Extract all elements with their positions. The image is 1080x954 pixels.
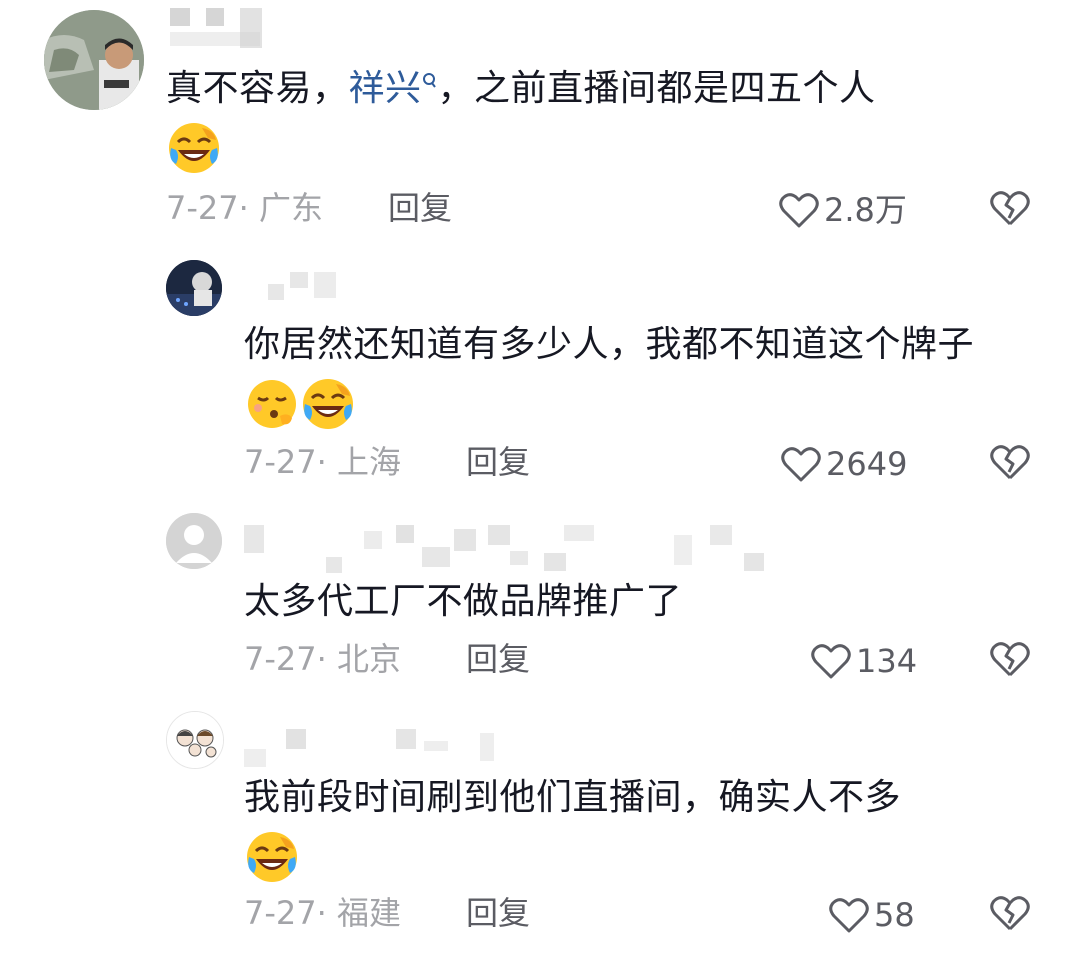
like-button[interactable]: 2.8万 xyxy=(778,188,907,230)
heart-icon xyxy=(829,898,869,933)
broken-heart-icon xyxy=(990,642,1030,677)
comment-text: 太多代工厂不做品牌推广了 xyxy=(244,581,683,622)
date-location: 7-27· 北京 xyxy=(244,640,401,678)
broken-heart-icon xyxy=(990,191,1030,226)
date-location: 7-27· 广东 xyxy=(166,189,323,227)
dislike-button[interactable] xyxy=(988,639,1032,688)
reply-button[interactable]: 回复 xyxy=(466,442,530,482)
reply-button[interactable]: 回复 xyxy=(388,188,452,228)
dislike-button[interactable] xyxy=(988,893,1032,942)
user-photo-avatar[interactable] xyxy=(44,10,144,110)
username-blurred[interactable] xyxy=(244,729,504,767)
comment-item: 你居然还知道有多少人，我都不知道这个牌子 7-27· 上海 回复 2649 xyxy=(0,250,1080,490)
comment-meta: 7-27· 北京 回复 134 xyxy=(244,639,1046,681)
thinking-cold-emoji xyxy=(244,376,300,452)
comment-meta: 7-27· 上海 回复 2649 xyxy=(244,442,1046,484)
like-count: 58 xyxy=(874,896,915,934)
default-user-avatar[interactable] xyxy=(166,513,222,569)
username-blurred[interactable] xyxy=(268,272,348,302)
reply-button[interactable]: 回复 xyxy=(466,639,530,679)
heart-icon xyxy=(811,644,851,679)
like-button[interactable]: 2649 xyxy=(780,442,907,484)
like-count: 2.8万 xyxy=(824,191,907,229)
search-icon xyxy=(422,58,436,88)
username-blurred[interactable] xyxy=(244,525,774,573)
like-count: 134 xyxy=(856,642,918,680)
heart-icon xyxy=(781,447,821,482)
user-photo-avatar[interactable] xyxy=(166,260,222,316)
mention-link[interactable]: 祥兴 xyxy=(349,68,438,109)
comment-meta: 7-27· 广东 回复 2.8万 xyxy=(166,188,1046,230)
laugh-cry-emoji xyxy=(300,376,356,452)
heart-icon xyxy=(779,193,819,228)
dislike-button[interactable] xyxy=(988,188,1032,237)
like-count: 2649 xyxy=(826,445,908,483)
dislike-button[interactable] xyxy=(988,442,1032,491)
comment-text: 你居然还知道有多少人，我都不知道这个牌子 xyxy=(244,314,1014,452)
comment-text: 真不容易，祥兴 ，之前直播间都是四五个人 xyxy=(166,58,1046,196)
comment-item: 真不容易，祥兴 ，之前直播间都是四五个人 7-27· 广东 回复 2.8万 xyxy=(0,0,1080,240)
date-location: 7-27· 福建 xyxy=(244,894,401,932)
username-blurred[interactable] xyxy=(170,8,270,48)
reply-button[interactable]: 回复 xyxy=(466,893,530,933)
comment-text: 我前段时间刷到他们直播间，确实人不多 xyxy=(244,767,1046,905)
comment-meta: 7-27· 福建 回复 58 xyxy=(244,893,1046,935)
date-location: 7-27· 上海 xyxy=(244,443,401,481)
comment-item: 太多代工厂不做品牌推广了 7-27· 北京 回复 134 xyxy=(0,505,1080,695)
like-button[interactable]: 134 xyxy=(810,639,917,681)
comment-list: 真不容易，祥兴 ，之前直播间都是四五个人 7-27· 广东 回复 2.8万 你居… xyxy=(0,0,1080,954)
comment-item: 我前段时间刷到他们直播间，确实人不多 7-27· 福建 回复 58 xyxy=(0,705,1080,954)
laugh-cry-emoji xyxy=(166,120,222,196)
cartoon-family-avatar[interactable] xyxy=(166,711,224,769)
broken-heart-icon xyxy=(990,896,1030,931)
broken-heart-icon xyxy=(990,445,1030,480)
like-button[interactable]: 58 xyxy=(828,893,915,935)
